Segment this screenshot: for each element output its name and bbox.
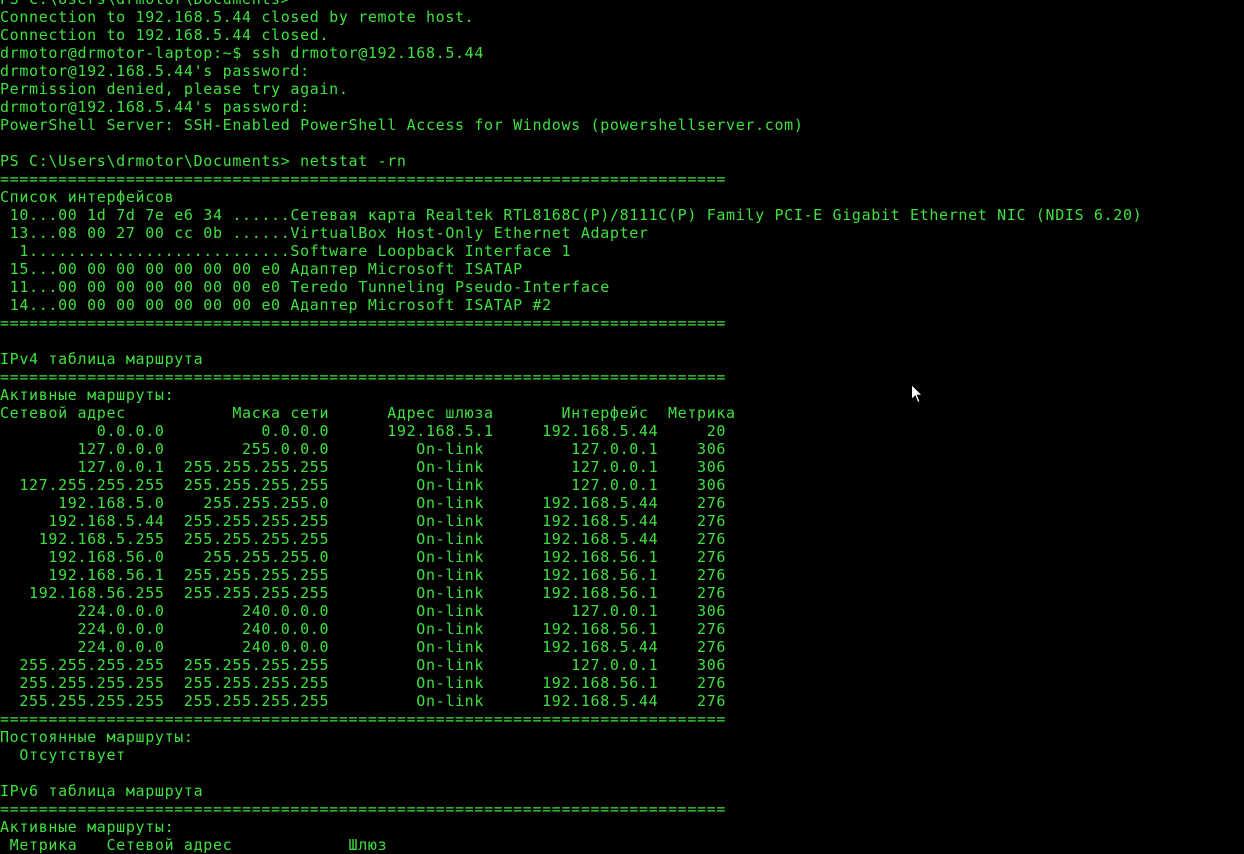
terminal-line: 14...00 00 00 00 00 00 00 e0 Адаптер Mic…: [0, 296, 552, 314]
terminal-line: 11...00 00 00 00 00 00 00 e0 Teredo Tunn…: [0, 278, 610, 296]
terminal-output: PS C:\Users\drmotor\Documents>Connection…: [0, 0, 1142, 854]
terminal-line: 224.0.0.0 240.0.0.0 On-link 192.168.5.44…: [0, 638, 727, 656]
terminal-line: IPv6 таблица маршрута: [0, 782, 204, 800]
terminal-line: 1...........................Software Loo…: [0, 242, 572, 260]
terminal-line: 192.168.56.1 255.255.255.255 On-link 192…: [0, 566, 727, 584]
terminal-line: Permission denied, please try again.: [0, 80, 349, 98]
terminal-line: Постоянные маршруты:: [0, 728, 194, 746]
terminal-line: 192.168.5.0 255.255.255.0 On-link 192.16…: [0, 494, 727, 512]
terminal-line: ========================================…: [0, 710, 727, 728]
terminal-line: 0.0.0.0 0.0.0.0 192.168.5.1 192.168.5.44…: [0, 422, 727, 440]
terminal-line: 127.0.0.0 255.0.0.0 On-link 127.0.0.1 30…: [0, 440, 727, 458]
terminal-line: Сетевой адрес Маска сети Адрес шлюза Инт…: [0, 404, 736, 422]
mouse-pointer-icon: [911, 384, 923, 404]
terminal-line: Активные маршруты:: [0, 818, 175, 836]
terminal-line: 224.0.0.0 240.0.0.0 On-link 127.0.0.1 30…: [0, 602, 727, 620]
terminal-line: ========================================…: [0, 170, 727, 188]
terminal-line: 13...08 00 27 00 cc 0b ......VirtualBox …: [0, 224, 649, 242]
terminal-line: PowerShell Server: SSH-Enabled PowerShel…: [0, 116, 804, 134]
terminal-line: IPv4 таблица маршрута: [0, 350, 204, 368]
terminal-line: 127.255.255.255 255.255.255.255 On-link …: [0, 476, 727, 494]
terminal-line: PS C:\Users\drmotor\Documents> netstat -…: [0, 152, 407, 170]
terminal-line: 224.0.0.0 240.0.0.0 On-link 192.168.56.1…: [0, 620, 727, 638]
terminal-line: 10...00 1d 7d 7e e6 34 ......Сетевая кар…: [0, 206, 1143, 224]
terminal-line: Connection to 192.168.5.44 closed by rem…: [0, 8, 475, 26]
terminal-line: Connection to 192.168.5.44 closed.: [0, 26, 330, 44]
terminal-line: ========================================…: [0, 368, 727, 386]
terminal-line: 15...00 00 00 00 00 00 00 e0 Адаптер Mic…: [0, 260, 523, 278]
terminal-line: ========================================…: [0, 314, 727, 332]
terminal-line: 192.168.5.44 255.255.255.255 On-link 192…: [0, 512, 727, 530]
terminal-line: drmotor@drmotor-laptop:~$ ssh drmotor@19…: [0, 44, 485, 62]
terminal-line: 192.168.5.255 255.255.255.255 On-link 19…: [0, 530, 727, 548]
terminal-line: ========================================…: [0, 800, 727, 818]
terminal-line: 255.255.255.255 255.255.255.255 On-link …: [0, 656, 727, 674]
terminal-line: 127.0.0.1 255.255.255.255 On-link 127.0.…: [0, 458, 727, 476]
terminal-line: Отсутствует: [0, 746, 126, 764]
terminal-line: drmotor@192.168.5.44's password:: [0, 62, 310, 80]
terminal-line: Активные маршруты:: [0, 386, 175, 404]
terminal-line: Метрика Сетевой адрес Шлюз: [0, 836, 388, 854]
terminal-line: 255.255.255.255 255.255.255.255 On-link …: [0, 692, 727, 710]
terminal-line: 192.168.56.255 255.255.255.255 On-link 1…: [0, 584, 727, 602]
terminal-line: PS C:\Users\drmotor\Documents>: [0, 0, 1142, 8]
terminal-line: Список интерфейсов: [0, 188, 175, 206]
terminal-line: 255.255.255.255 255.255.255.255 On-link …: [0, 674, 727, 692]
terminal-line: 192.168.56.0 255.255.255.0 On-link 192.1…: [0, 548, 727, 566]
terminal-line: drmotor@192.168.5.44's password:: [0, 98, 310, 116]
terminal-window[interactable]: PS C:\Users\drmotor\Documents>Connection…: [0, 0, 1244, 854]
